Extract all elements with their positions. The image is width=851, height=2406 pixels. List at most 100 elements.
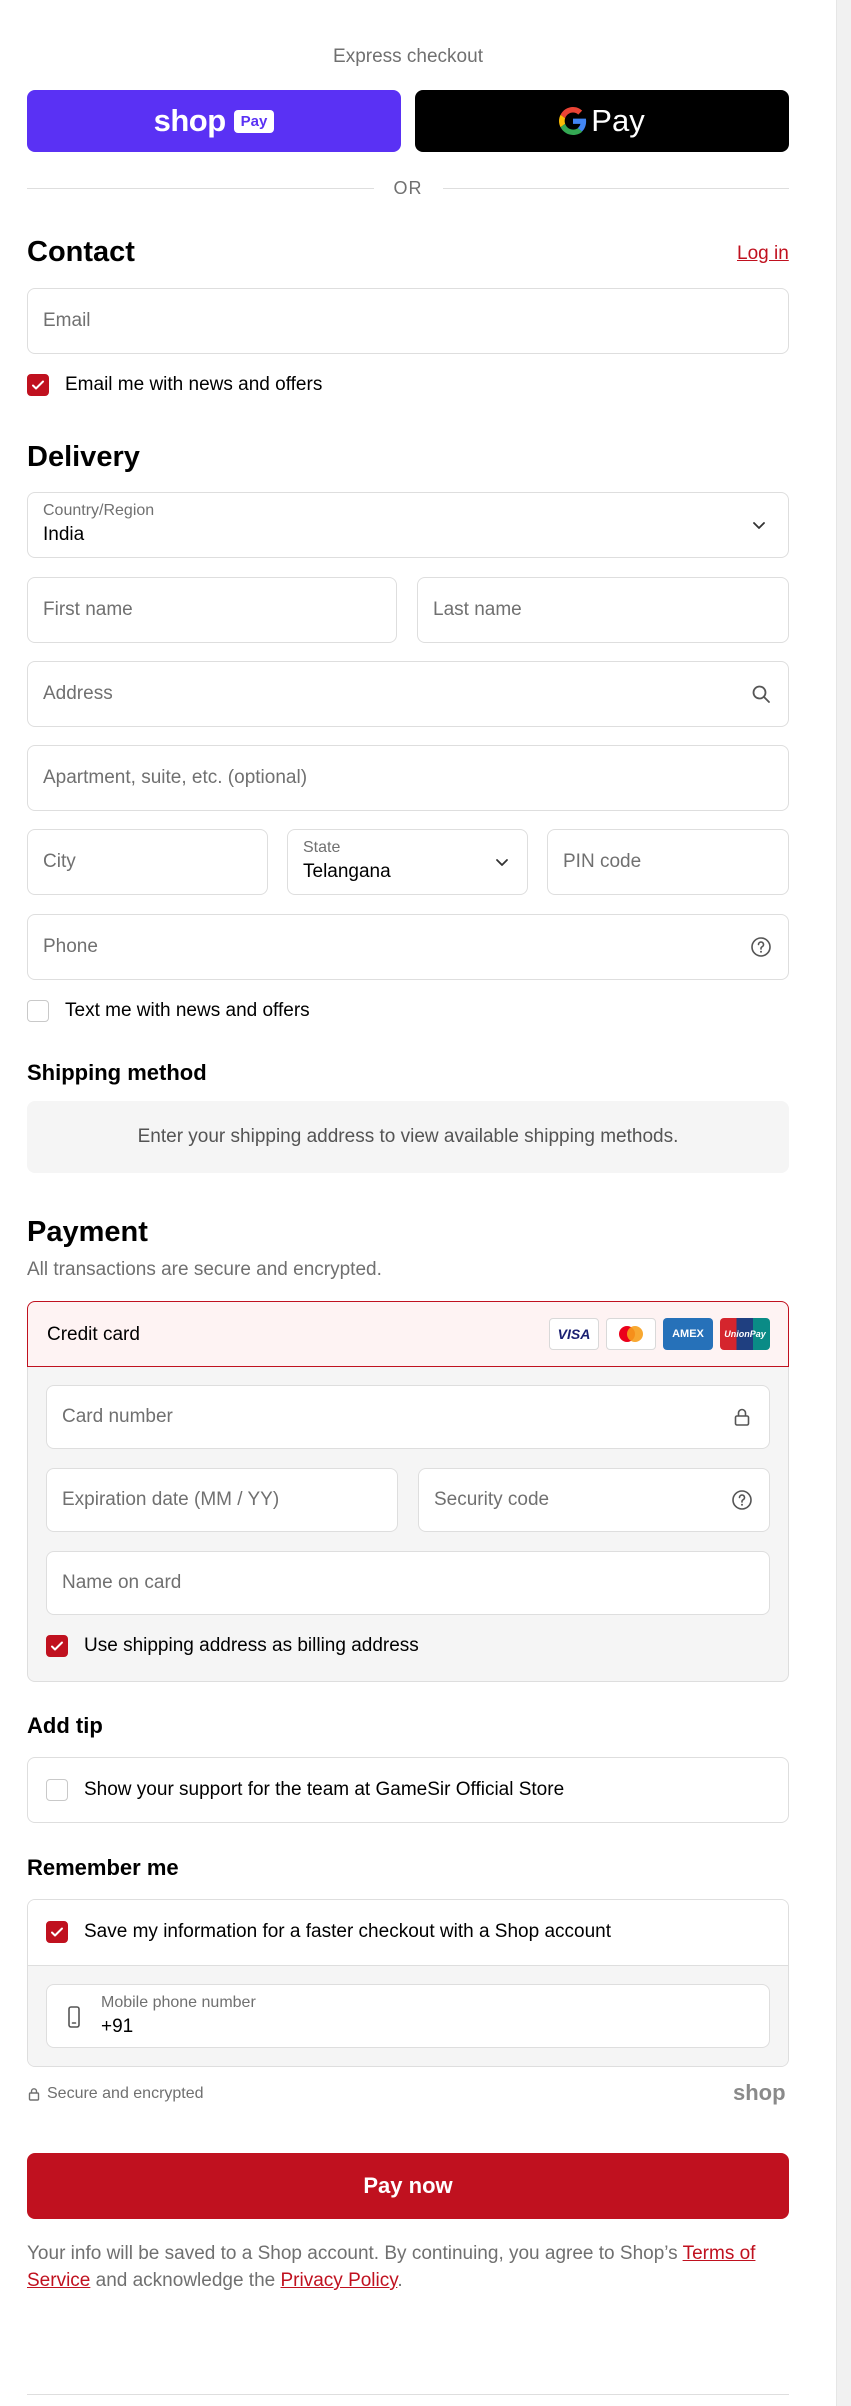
express-checkout-title: Express checkout [333,46,483,67]
apartment-field[interactable]: Apartment, suite, etc. (optional) [27,745,789,811]
contact-heading: Contact [27,236,135,268]
name-on-card-field[interactable]: Name on card [46,1551,770,1615]
checkmark-icon [51,1641,63,1651]
remember-me-heading: Remember me [27,1855,179,1880]
tip-checkbox-row[interactable]: Show your support for the team at GameSi… [46,1779,564,1801]
last-name-placeholder: Last name [433,599,522,620]
chevron-down-icon [753,522,765,529]
mobile-phone-icon [68,2006,80,2028]
unionpay-icon: UnionPay [720,1318,770,1350]
card-number-field[interactable]: Card number [46,1385,770,1449]
unionpay-logo-text: UnionPay [724,1329,766,1339]
expiry-date-placeholder: Expiration date (MM / YY) [62,1489,280,1510]
country-select[interactable]: Country/Region India [27,492,789,558]
login-link[interactable]: Log in [737,243,789,265]
first-name-field[interactable]: First name [27,577,397,643]
email-news-checkbox[interactable] [27,374,49,396]
mastercard-circles-icon [619,1326,643,1342]
first-name-placeholder: First name [43,599,133,620]
lock-icon [734,1408,750,1426]
credit-card-label: Credit card [47,1324,140,1345]
amex-logo-text: AMEX [672,1328,704,1340]
email-news-checkbox-row[interactable]: Email me with news and offers [27,374,322,396]
or-label: OR [393,177,423,198]
phone-field[interactable]: Phone [27,914,789,980]
shop-pay-button[interactable]: shop Pay [27,90,401,152]
remember-me-panel: Save my information for a faster checkou… [27,1899,789,2067]
google-pay-label: Pay [591,103,645,138]
pin-code-placeholder: PIN code [563,851,642,872]
pin-code-field[interactable]: PIN code [547,829,789,895]
city-placeholder: City [43,851,76,872]
remember-me-option: Save my information for a faster checkou… [28,1900,788,1966]
phone-placeholder: Phone [43,936,98,957]
legal-middle: and acknowledge the [90,2270,281,2291]
mobile-phone-value: +91 [101,2016,134,2037]
country-value: India [43,524,85,545]
name-on-card-placeholder: Name on card [62,1572,182,1593]
lock-icon [28,2088,40,2101]
city-field[interactable]: City [27,829,268,895]
apartment-placeholder: Apartment, suite, etc. (optional) [43,767,308,788]
security-code-placeholder: Security code [434,1489,550,1510]
shipping-method-heading: Shipping method [27,1060,207,1085]
payment-heading: Payment [27,1216,148,1248]
legal-prefix: Your info will be saved to a Shop accoun… [27,2243,683,2264]
delivery-heading: Delivery [27,441,140,473]
legal-notice: Your info will be saved to a Shop accoun… [27,2240,789,2294]
email-placeholder: Email [43,310,91,331]
billing-address-checkbox-row[interactable]: Use shipping address as billing address [46,1635,419,1657]
security-code-field[interactable]: Security code [418,1468,770,1532]
shop-pay-wordmark: shop [153,103,227,138]
state-select[interactable]: State Telangana [287,829,528,895]
text-news-checkbox-row[interactable]: Text me with news and offers [27,1000,310,1022]
checkmark-icon [51,1927,63,1937]
remember-me-details: Mobile phone number +91 [28,1966,788,2066]
payment-subtitle: All transactions are secure and encrypte… [27,1259,382,1280]
help-circle-icon[interactable] [750,936,772,958]
tip-label: Show your support for the team at GameSi… [84,1779,565,1800]
email-news-label: Email me with news and offers [65,374,323,395]
pay-now-button[interactable]: Pay now [27,2153,789,2219]
address-placeholder: Address [43,683,113,704]
credit-card-form: Card number Expiration date (MM / YY) Se… [27,1367,789,1682]
save-info-checkbox[interactable] [46,1921,68,1943]
shop-pay-badge: Pay [233,109,275,133]
chevron-down-icon [496,859,508,866]
mobile-phone-label: Mobile phone number [101,1994,256,2011]
mobile-phone-field[interactable]: Mobile phone number +91 [46,1984,770,2048]
shipping-method-placeholder: Enter your shipping address to view avai… [27,1101,789,1173]
billing-address-label: Use shipping address as billing address [84,1635,419,1656]
help-circle-icon[interactable] [731,1489,753,1511]
or-divider: OR [27,176,789,200]
visa-logo-text: VISA [557,1326,591,1342]
email-field[interactable]: Email [27,288,789,354]
credit-card-option[interactable]: Credit card VISA AMEX UnionPay [27,1301,789,1367]
state-label: State [303,839,341,856]
expiry-date-field[interactable]: Expiration date (MM / YY) [46,1468,398,1532]
address-field[interactable]: Address [27,661,789,727]
last-name-field[interactable]: Last name [417,577,789,643]
add-tip-heading: Add tip [27,1713,103,1738]
mastercard-icon [606,1318,656,1350]
amex-icon: AMEX [663,1318,713,1350]
billing-address-checkbox[interactable] [46,1635,68,1657]
visa-icon: VISA [549,1318,599,1350]
tip-option: Show your support for the team at GameSi… [27,1757,789,1823]
search-icon [752,685,770,703]
save-info-checkbox-row[interactable]: Save my information for a faster checkou… [46,1921,611,1943]
page-scrollbar[interactable] [836,0,851,2406]
tip-checkbox[interactable] [46,1779,68,1801]
text-news-checkbox[interactable] [27,1000,49,1022]
shop-logo: shop [733,2080,786,2105]
footer-divider [27,2394,789,2395]
divider-line-right [442,187,789,189]
secure-notice-text: Secure and encrypted [47,2085,204,2102]
save-info-label: Save my information for a faster checkou… [84,1921,611,1942]
privacy-policy-link[interactable]: Privacy Policy [281,2270,398,2291]
google-pay-button[interactable]: Pay [415,90,789,152]
legal-suffix: . [397,2270,403,2291]
divider-line-left [27,187,374,189]
state-value: Telangana [303,861,391,882]
text-news-label: Text me with news and offers [65,1000,310,1021]
